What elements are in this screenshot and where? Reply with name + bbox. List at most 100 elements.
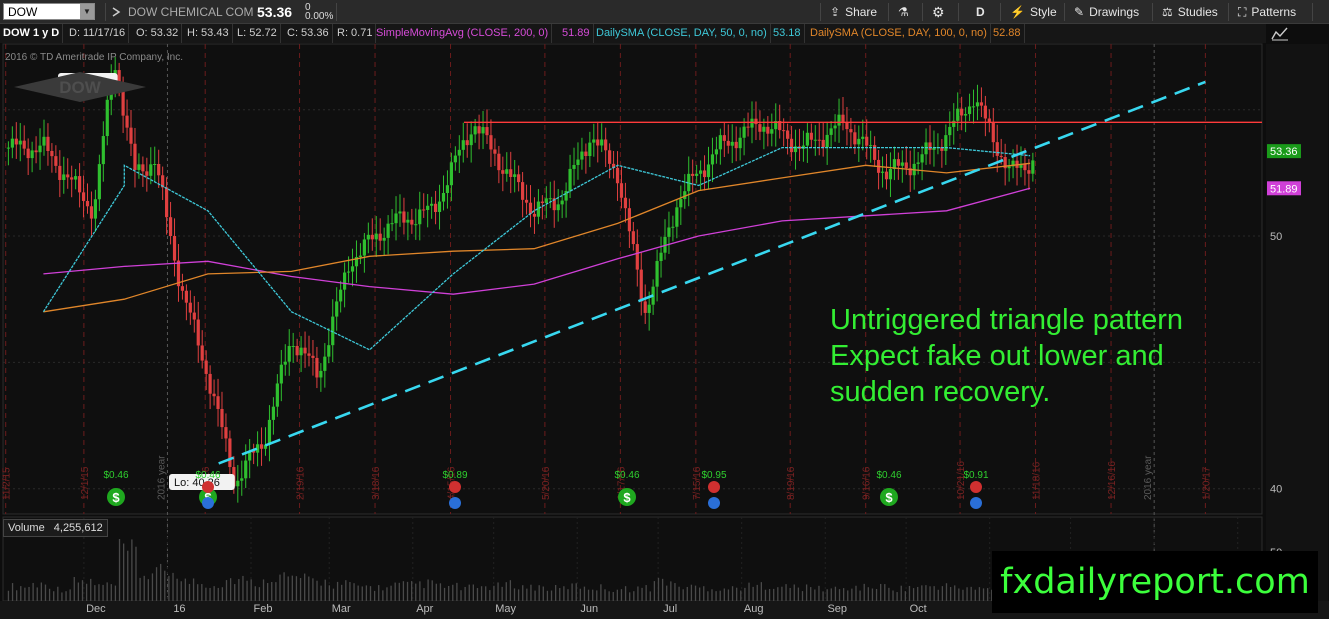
volume-bar	[538, 585, 540, 601]
candle-body	[979, 102, 984, 106]
volume-bar	[44, 584, 47, 601]
candle-body	[22, 140, 26, 149]
volume-bar	[670, 581, 672, 601]
volume-bar	[830, 588, 832, 601]
volume-bar	[892, 590, 894, 601]
candle-body	[220, 408, 224, 428]
volume-bar	[682, 589, 684, 601]
volume-bar	[283, 572, 285, 601]
volume-bar	[299, 578, 302, 601]
candle-body	[283, 361, 287, 365]
candle-body	[999, 155, 1003, 158]
volume-bar	[192, 578, 195, 601]
volume-bar	[353, 583, 355, 601]
candle-body	[445, 185, 450, 193]
candle-body	[414, 224, 418, 226]
volume-bar	[53, 591, 55, 601]
candle-body	[884, 171, 889, 180]
candle-body	[184, 290, 188, 303]
volume-bar	[406, 581, 409, 601]
candle-body	[172, 235, 177, 261]
candle-body	[813, 139, 817, 141]
volume-bar	[917, 586, 919, 601]
volume-bar	[225, 580, 228, 601]
candle-body	[671, 226, 675, 228]
candle-body	[821, 139, 825, 148]
x-tick-label: Mar	[332, 603, 351, 615]
event-amount: $0.46	[614, 470, 639, 481]
candle-body	[441, 192, 446, 202]
volume-bar	[954, 585, 956, 601]
candle-body	[568, 168, 572, 191]
dividend-symbol: $	[112, 490, 120, 505]
volume-bar	[320, 585, 322, 601]
x-tick-label: Sep	[827, 603, 847, 615]
earnings-call-icon	[970, 481, 982, 493]
volume-bar	[842, 588, 845, 601]
candle-body	[849, 129, 853, 133]
volume-bar	[949, 587, 952, 601]
volume-bar	[172, 572, 174, 601]
candle-body	[497, 153, 501, 171]
volume-bar	[184, 578, 187, 601]
volume-bar	[740, 590, 742, 601]
candle-body	[236, 480, 240, 487]
candle-body	[473, 126, 477, 135]
candle-body	[6, 147, 10, 149]
copyright-text: 2016 © TD Ameritrade IP Company, Inc.	[5, 52, 184, 63]
volume-bar	[168, 575, 170, 601]
x-tick-label: Aug	[744, 603, 764, 615]
candle-body	[865, 136, 869, 146]
candle-body	[165, 187, 169, 218]
volume-bar	[925, 585, 927, 601]
volume-bar	[213, 586, 215, 601]
candle-body	[42, 136, 46, 146]
candle-body	[279, 364, 283, 384]
volume-bar	[423, 588, 425, 601]
volume-bar	[550, 590, 553, 601]
candle-body	[14, 138, 18, 145]
candle-body	[845, 122, 849, 130]
candle-body	[374, 233, 378, 240]
volume-bar	[127, 550, 129, 601]
volume-bar	[851, 588, 853, 601]
x-tick-label: May	[495, 603, 516, 615]
candle-body	[560, 200, 564, 205]
volume-bar	[427, 579, 429, 601]
volume-bar	[764, 589, 767, 601]
candle-body	[346, 271, 351, 273]
candle-body	[192, 312, 196, 320]
price-axis-panel	[1266, 44, 1328, 601]
volume-bar	[921, 585, 923, 601]
year-label: 2016 year	[1143, 455, 1154, 500]
event-amount: $0.46	[195, 470, 220, 481]
candle-body	[323, 356, 327, 371]
candle-body	[675, 207, 679, 227]
volume-bar	[641, 587, 643, 601]
volume-bar	[164, 570, 166, 601]
earnings-bulb-icon	[708, 497, 720, 509]
volume-bar	[291, 575, 293, 601]
volume-bar	[583, 586, 586, 601]
volume-bar	[522, 585, 524, 601]
volume-bar	[102, 584, 104, 601]
volume-bar	[834, 586, 837, 601]
candle-body	[224, 427, 228, 439]
candle-body	[70, 177, 74, 180]
candle-body	[204, 360, 208, 374]
volume-bar	[958, 588, 960, 601]
event-amount: $0.91	[963, 470, 988, 481]
candle-body	[469, 134, 473, 146]
volume-bar	[526, 588, 528, 601]
event-amount: $0.89	[442, 470, 467, 481]
volume-bar	[793, 584, 795, 601]
candle-body	[10, 138, 14, 148]
volume-bar	[678, 586, 680, 601]
volume-bar	[719, 590, 721, 601]
candle-body	[861, 136, 865, 139]
candle-body	[200, 345, 204, 361]
volume-bar	[258, 587, 261, 601]
volume-bar	[28, 586, 30, 601]
event-amount: $0.46	[103, 470, 128, 481]
volume-bar	[118, 539, 121, 601]
